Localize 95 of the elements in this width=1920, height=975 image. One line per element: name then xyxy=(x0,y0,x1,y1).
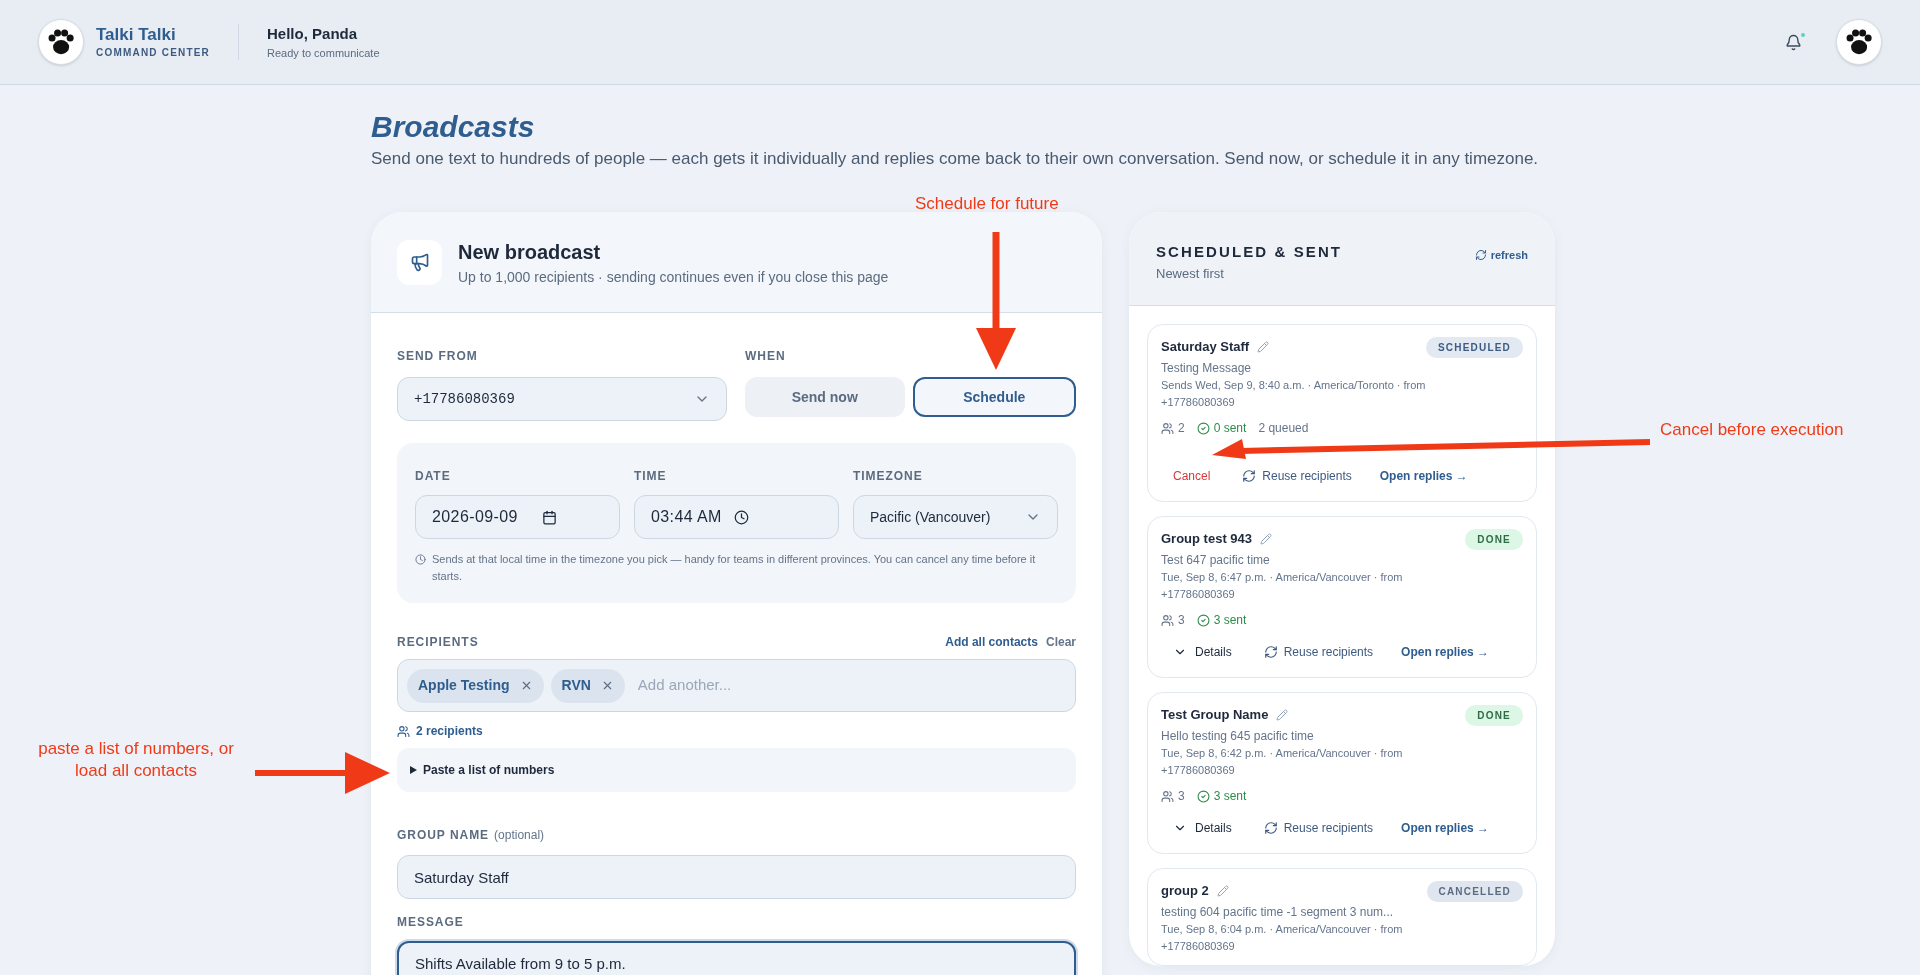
status-badge: DONE xyxy=(1465,705,1523,726)
page-description: Send one text to hundreds of people — each gets it individually and replies come back to their own conversation. Send now, or schedule it in any timezone. xyxy=(371,148,1540,170)
people-icon xyxy=(1161,421,1174,435)
broadcast-meta: Tue, Sep 8, 6:04 p.m. · America/Vancouver · from +17786080369 xyxy=(1161,922,1404,954)
clock-icon xyxy=(415,554,426,565)
group-name-field[interactable]: Saturday Staff xyxy=(397,855,1076,899)
recipient-count: 3 xyxy=(1178,612,1185,629)
people-icon xyxy=(397,724,410,738)
broadcast-meta: Sends Wed, Sep 9, 8:40 a.m. · America/Toronto · from +17786080369 xyxy=(1161,378,1427,410)
status-badge: SCHEDULED xyxy=(1425,337,1523,358)
field-label: DATE xyxy=(415,468,452,485)
message-field[interactable]: Shifts Available from 9 to 5 p.m. xyxy=(397,941,1076,975)
clock-icon xyxy=(733,509,749,525)
recipient-chip[interactable]: RVN xyxy=(550,668,625,703)
history-subtitle: Newest first xyxy=(1156,264,1225,283)
calendar-icon xyxy=(541,509,557,525)
broadcast-name: group 2 xyxy=(1161,882,1209,900)
pencil-icon[interactable] xyxy=(1216,884,1229,897)
broadcast-name: Saturday Staff xyxy=(1161,338,1250,356)
refresh-icon xyxy=(1263,645,1278,659)
open-replies-link[interactable]: Open replies → xyxy=(1393,639,1498,665)
reuse-recipients-button[interactable]: Reuse recipients xyxy=(1234,463,1360,489)
time-field[interactable]: 03:44 AM xyxy=(634,495,839,539)
open-replies-link[interactable]: Open replies → xyxy=(1393,815,1498,841)
brand-subtitle: COMMAND CENTER xyxy=(96,46,211,61)
greeting: Hello, Panda xyxy=(267,23,359,44)
date-field[interactable]: 2026-09-09 xyxy=(415,495,620,539)
field-label: TIME xyxy=(634,468,668,485)
field-label: RECIPIENTS xyxy=(397,634,479,651)
add-all-contacts-button[interactable]: Add all contacts xyxy=(945,633,1038,651)
people-icon xyxy=(1161,613,1174,627)
status-text: Ready to communicate xyxy=(267,46,380,61)
open-replies-link[interactable]: Open replies → xyxy=(1371,463,1476,489)
sent-count: 3 sent xyxy=(1213,788,1247,805)
cancel-button[interactable]: Cancel xyxy=(1161,463,1223,489)
refresh-button[interactable]: refresh xyxy=(1474,247,1528,264)
megaphone-icon xyxy=(397,239,442,285)
when-option-button[interactable]: Send now xyxy=(745,377,905,417)
field-label: SEND FROM xyxy=(397,348,479,365)
send-from-select[interactable]: +17786080369 xyxy=(397,377,727,421)
check-circle-icon xyxy=(1196,789,1210,803)
clear-button[interactable]: Clear xyxy=(1045,633,1076,651)
broadcast-message: testing 604 pacific time -1 segment 3 num... xyxy=(1161,904,1395,921)
people-icon xyxy=(1161,789,1174,803)
composer-subtitle: Up to 1,000 recipients · sending continues even if you close this page xyxy=(458,267,889,287)
check-circle-icon xyxy=(1196,421,1210,435)
composer-title: New broadcast xyxy=(458,239,602,265)
broadcast-name: Group test 943 xyxy=(1161,530,1253,548)
reuse-recipients-button[interactable]: Reuse recipients xyxy=(1255,815,1382,841)
refresh-icon xyxy=(1263,821,1278,835)
check-circle-icon xyxy=(1196,613,1210,627)
avatar-icon xyxy=(1836,19,1882,65)
pencil-icon[interactable] xyxy=(1257,340,1270,353)
optional-note: (optional) xyxy=(494,827,545,844)
details-button[interactable]: Details xyxy=(1161,815,1244,841)
disclosure-triangle-icon xyxy=(410,766,417,774)
details-button[interactable]: Details xyxy=(1161,639,1244,665)
pencil-icon[interactable] xyxy=(1260,532,1273,545)
annotation-text: Cancel before execution xyxy=(1660,419,1844,441)
field-label: WHEN xyxy=(745,348,787,365)
recipient-count: 2 xyxy=(1178,420,1185,437)
recipient-count: 3 xyxy=(1178,788,1185,805)
bell-icon xyxy=(1785,33,1802,51)
refresh-icon xyxy=(1474,249,1487,262)
field-label: GROUP NAME xyxy=(397,827,490,844)
broadcast-name: Test Group Name xyxy=(1161,706,1269,724)
status-badge: DONE xyxy=(1465,529,1523,550)
pencil-icon[interactable] xyxy=(1276,708,1289,721)
annotation-text: Schedule for future xyxy=(915,193,1059,215)
schedule-hint: Sends at that local time in the timezone you pick — handy for teams in different provinces. You can cancel any time before it starts. xyxy=(432,552,1037,584)
recipient-chip[interactable]: Apple Testing xyxy=(407,668,544,703)
queued-count: 2 queued xyxy=(1258,420,1309,437)
brand-name: Talki Talki xyxy=(96,23,177,46)
broadcast-message: Hello testing 645 pacific time xyxy=(1161,728,1315,745)
history-title: SCHEDULED & SENT xyxy=(1156,242,1343,262)
recipients-field[interactable]: Apple Testing RVN Add another... xyxy=(397,659,1076,712)
field-label: MESSAGE xyxy=(397,915,464,929)
reuse-recipients-button[interactable]: Reuse recipients xyxy=(1255,639,1382,665)
sent-count: 3 sent xyxy=(1213,612,1247,629)
field-label: TIMEZONE xyxy=(853,468,924,485)
broadcast-message: Test 647 pacific time xyxy=(1161,552,1271,569)
status-badge: CANCELLED xyxy=(1426,881,1523,902)
recipient-count: 2 recipients xyxy=(416,723,483,740)
broadcast-message: Testing Message xyxy=(1161,360,1253,377)
paw-logo-icon xyxy=(38,19,84,65)
broadcast-meta: Tue, Sep 8, 6:47 p.m. · America/Vancouver · from +17786080369 xyxy=(1161,570,1404,602)
page-title: Broadcasts xyxy=(371,109,536,145)
when-option-button[interactable]: Schedule xyxy=(912,377,1076,417)
timezone-select[interactable]: Pacific (Vancouver) xyxy=(853,495,1058,539)
paste-numbers-toggle[interactable]: Paste a list of numbers xyxy=(397,748,1076,792)
annotation-text: paste a list of numbers, or load all contacts xyxy=(37,738,235,782)
broadcast-meta: Tue, Sep 8, 6:42 p.m. · America/Vancouver · from +17786080369 xyxy=(1161,746,1404,778)
add-recipient-input[interactable]: Add another... xyxy=(637,674,1066,697)
refresh-icon xyxy=(1242,469,1257,483)
sent-count: 0 sent xyxy=(1213,420,1247,437)
